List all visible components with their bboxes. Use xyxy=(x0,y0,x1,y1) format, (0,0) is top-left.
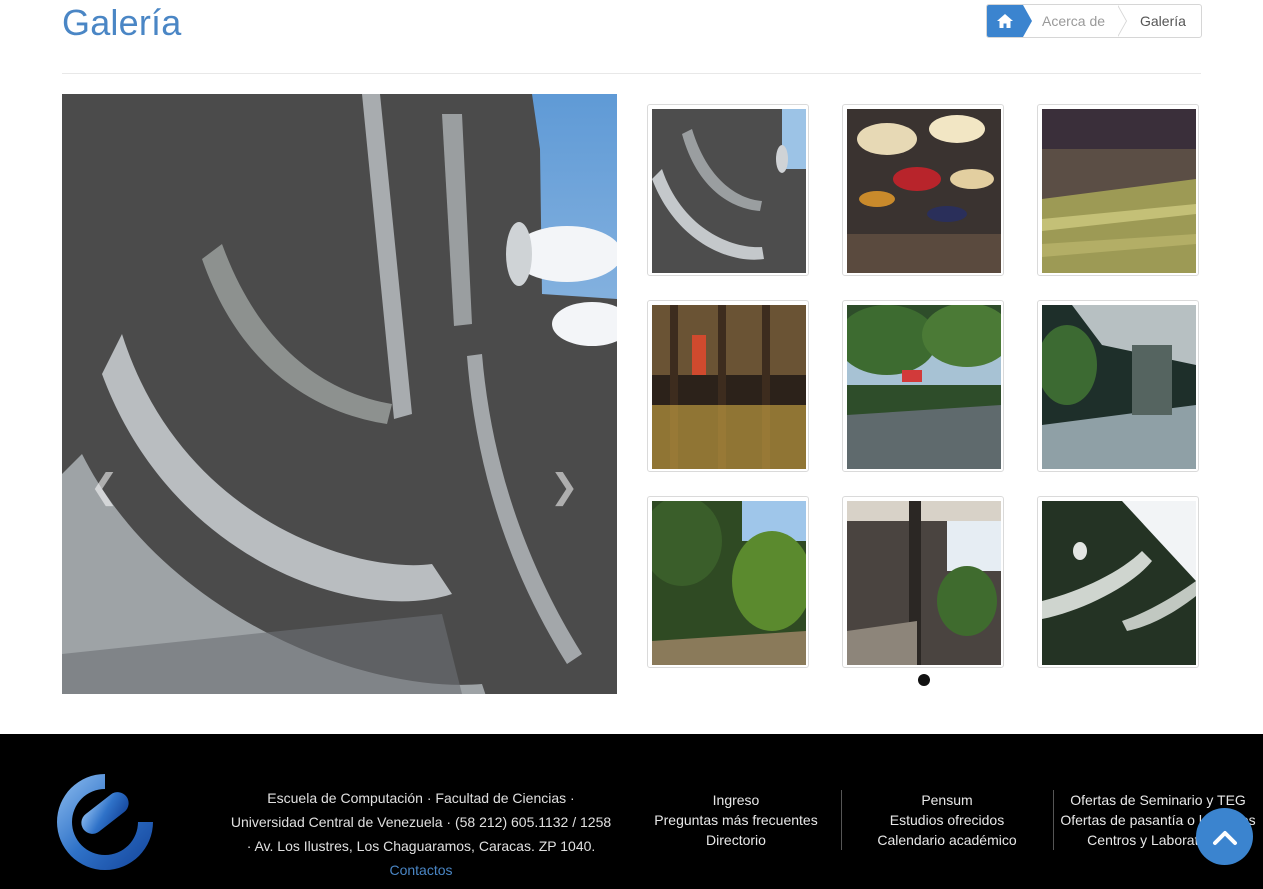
carousel-indicator[interactable] xyxy=(918,674,930,686)
breadcrumb: Acerca de Galería xyxy=(986,4,1202,38)
carousel-main-image[interactable]: ❮ ❯ xyxy=(62,94,617,694)
header-divider xyxy=(62,73,1201,74)
footer-link-ofertas-seminario[interactable]: Ofertas de Seminario y TEG xyxy=(1058,790,1258,810)
gallery-thumbnail[interactable] xyxy=(1037,496,1199,668)
breadcrumb-home-link[interactable] xyxy=(987,5,1032,37)
footer-link-directorio[interactable]: Directorio xyxy=(646,830,826,850)
gallery-thumbnail[interactable] xyxy=(842,104,1004,276)
gallery-thumbnail[interactable] xyxy=(1037,104,1199,276)
breadcrumb-separator xyxy=(1117,5,1127,37)
gallery-thumbnail[interactable] xyxy=(647,300,809,472)
school-logo xyxy=(57,774,153,870)
page-title: Galería xyxy=(62,2,182,43)
footer-divider xyxy=(1053,790,1054,850)
gallery-thumbnail[interactable] xyxy=(1037,300,1199,472)
chevron-left-icon[interactable]: ❮ xyxy=(90,470,119,504)
footer-link-preguntas[interactable]: Preguntas más frecuentes xyxy=(646,810,826,830)
footer-links-col1: Ingreso Preguntas más frecuentes Directo… xyxy=(646,790,826,850)
gallery-thumbnail[interactable] xyxy=(647,104,809,276)
footer-address: Escuela de Computación · Facultad de Cie… xyxy=(230,786,612,882)
footer-contact-link[interactable]: Contactos xyxy=(389,862,452,878)
chevron-right-icon[interactable]: ❯ xyxy=(550,470,579,504)
footer-link-ingreso[interactable]: Ingreso xyxy=(646,790,826,810)
gallery-thumbnail[interactable] xyxy=(842,300,1004,472)
footer-links-col2: Pensum Estudios ofrecidos Calendario aca… xyxy=(862,790,1032,850)
chevron-up-icon xyxy=(1212,830,1237,845)
footer-divider xyxy=(841,790,842,850)
footer-address-text: Escuela de Computación · Facultad de Cie… xyxy=(230,790,612,854)
back-to-top-button[interactable] xyxy=(1196,808,1253,865)
home-icon xyxy=(997,14,1013,28)
breadcrumb-item-acerca-de[interactable]: Acerca de xyxy=(1042,5,1105,37)
breadcrumb-item-galeria: Galería xyxy=(1140,13,1186,29)
footer-link-pensum[interactable]: Pensum xyxy=(862,790,1032,810)
footer-link-calendario[interactable]: Calendario académico xyxy=(862,830,1032,850)
gallery-thumbnail[interactable] xyxy=(842,496,1004,668)
footer-link-estudios[interactable]: Estudios ofrecidos xyxy=(862,810,1032,830)
footer: Escuela de Computación · Facultad de Cie… xyxy=(0,734,1263,889)
gallery-thumbnail[interactable] xyxy=(647,496,809,668)
